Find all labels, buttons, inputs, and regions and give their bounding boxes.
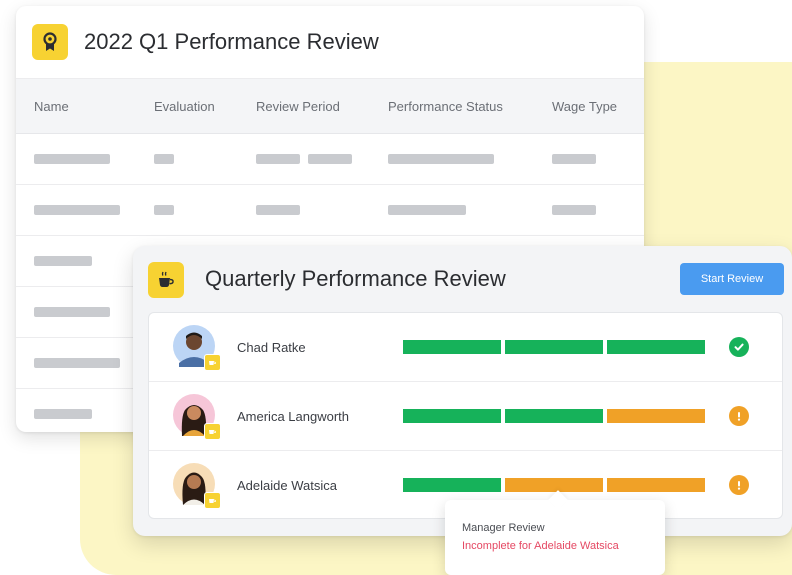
column-header-performance-status[interactable]: Performance Status (388, 99, 503, 114)
placeholder-bar (34, 307, 110, 317)
review-people-list: Chad Ratke America Langworth Adelaide Wa… (148, 312, 783, 519)
progress-segment-pending (607, 409, 705, 423)
placeholder-bar (552, 205, 596, 215)
placeholder-bar (34, 409, 92, 419)
placeholder-bar (34, 154, 110, 164)
quarterly-review-card: Quarterly Performance Review Start Revie… (133, 246, 792, 536)
table-row[interactable] (16, 185, 644, 236)
progress-segment-pending (607, 478, 705, 492)
progress-segment-complete (403, 409, 501, 423)
progress-segment-complete (607, 340, 705, 354)
placeholder-bar (256, 205, 300, 215)
progress-segment-complete (403, 340, 501, 354)
card-title: Quarterly Performance Review (205, 266, 506, 291)
placeholder-bar (552, 154, 596, 164)
person-name: America Langworth (237, 409, 349, 424)
avatar (173, 325, 221, 371)
progress-segment-complete (403, 478, 501, 492)
placeholder-bar (256, 154, 300, 164)
coffee-cup-icon (148, 262, 184, 298)
coffee-cup-icon (204, 354, 221, 371)
start-review-button[interactable]: Start Review (680, 263, 784, 295)
avatar (173, 394, 221, 440)
placeholder-bar (154, 154, 174, 164)
progress-segment-pending[interactable] (505, 478, 603, 492)
placeholder-bar (34, 256, 92, 266)
column-header-name[interactable]: Name (34, 99, 69, 114)
coffee-cup-icon (204, 492, 221, 509)
progress-segment-complete (505, 409, 603, 423)
placeholder-bar (34, 358, 120, 368)
page-title: 2022 Q1 Performance Review (84, 29, 379, 54)
placeholder-bar (388, 154, 494, 164)
tooltip-title: Manager Review (462, 522, 545, 534)
person-name: Chad Ratke (237, 340, 306, 355)
placeholder-bar (308, 154, 352, 164)
column-header-evaluation[interactable]: Evaluation (154, 99, 215, 114)
placeholder-bar (34, 205, 120, 215)
tooltip-message: Incomplete for Adelaide Watsica (462, 540, 619, 552)
column-header-review-period[interactable]: Review Period (256, 99, 340, 114)
warning-icon (729, 475, 749, 495)
ribbon-award-icon (32, 24, 68, 60)
table-row[interactable] (16, 134, 644, 185)
card-header: 2022 Q1 Performance Review (16, 6, 644, 78)
check-icon (729, 337, 749, 357)
list-item[interactable]: America Langworth (149, 382, 782, 451)
progress-segment-complete (505, 340, 603, 354)
column-header-wage-type[interactable]: Wage Type (552, 99, 617, 114)
person-name: Adelaide Watsica (237, 478, 337, 493)
coffee-cup-icon (204, 423, 221, 440)
table-header: Name Evaluation Review Period Performanc… (16, 78, 644, 134)
warning-icon (729, 406, 749, 426)
avatar (173, 463, 221, 509)
list-item[interactable]: Chad Ratke (149, 313, 782, 382)
placeholder-bar (154, 205, 174, 215)
placeholder-bar (388, 205, 466, 215)
review-status-tooltip: Manager Review Incomplete for Adelaide W… (445, 490, 665, 575)
